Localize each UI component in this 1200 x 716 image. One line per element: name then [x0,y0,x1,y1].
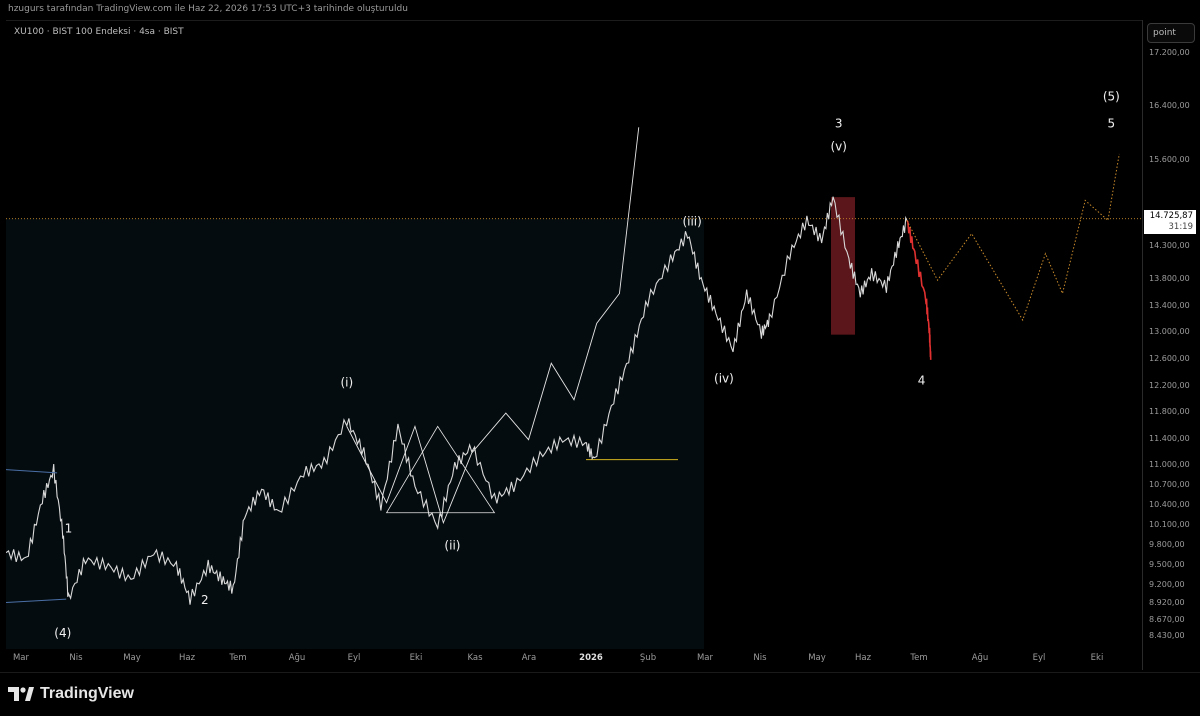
time-tick: Ağu [972,653,989,663]
time-tick: Ara [522,653,537,663]
price-tick: 13.400,00 [1149,301,1190,310]
time-tick: Mar [13,653,29,663]
time-tick: Haz [855,653,871,663]
time-tick: Eyl [1033,653,1046,663]
top-bar: hzugurs tarafından TradingView.com ile H… [0,0,1200,20]
price-tick: 8.670,00 [1149,615,1185,624]
time-tick: May [123,653,141,663]
price-tick: 11.400,00 [1149,434,1190,443]
brand-name: TradingView [40,685,134,703]
price-tick: 10.100,00 [1149,520,1190,529]
wave-label-9: 4 [918,374,926,388]
price-tick: 12.200,00 [1149,381,1190,390]
time-tick: Mar [697,653,713,663]
price-tick: 17.200,00 [1149,48,1190,57]
price-tick: 13.000,00 [1149,327,1190,336]
price-tick: 10.400,00 [1149,500,1190,509]
decline-series [907,220,931,360]
price-tick: 10.700,00 [1149,480,1190,489]
price-axis[interactable]: point 17.200,00 16.400,00 15.600,00 14.300,… [1142,20,1200,670]
tradingview-mark-icon [8,687,34,701]
projection-series [907,154,1119,320]
time-tick: Kas [467,653,482,663]
chart-area[interactable]: XU100 · BIST 100 Endeksi · 4sa · BIST (4… [6,20,1142,671]
wave-label-3: (i) [340,376,353,390]
price-tick: 8.920,00 [1149,598,1185,607]
wave-label-5: (iii) [682,215,701,229]
price-tick: 8.430,00 [1149,631,1185,640]
time-tick: Haz [179,653,195,663]
last-price-value: 14.725,87 [1144,211,1193,222]
price-tick: 15.600,00 [1149,155,1190,164]
price-tick: 16.400,00 [1149,101,1190,110]
price-tick: 12.600,00 [1149,354,1190,363]
created-by-text: hzugurs tarafından TradingView.com ile H… [8,4,408,14]
price-tick: 9.500,00 [1149,560,1185,569]
time-tick: Tem [229,653,246,663]
time-tick: Nis [753,653,766,663]
time-tick: Eki [1091,653,1104,663]
time-tick: Ağu [289,653,306,663]
footer: TradingView [0,672,1200,716]
price-tick: 14.300,00 [1149,241,1190,250]
wave-label-6: (iv) [714,372,734,386]
wave-label-4: (ii) [444,538,460,552]
chart-svg[interactable]: (4) 1 2 (i) (ii) (iii) (iv) 3 (v) 4 (5) 5 [6,21,1142,649]
wave-label-11: 5 [1108,116,1116,130]
last-price-badge: 14.725,87 31:19 [1144,210,1196,234]
last-price-timer: 31:19 [1144,222,1193,233]
price-tick: 9.800,00 [1149,540,1185,549]
price-tick: 13.800,00 [1149,274,1190,283]
wave-label-0: (4) [54,626,71,640]
price-tick: 9.200,00 [1149,580,1185,589]
wave-label-8: (v) [830,140,846,154]
time-tick: 2026 [579,653,603,663]
tradingview-logo[interactable]: TradingView [8,685,134,703]
time-axis[interactable]: Mar Nis May Haz Tem Ağu Eyl Eki Kas Ara 2026 Şub Mar… [6,648,1142,670]
wave-label-1: 1 [65,522,73,536]
scale-mode-button[interactable]: point [1147,23,1195,43]
time-tick: Şub [640,653,656,663]
time-tick: Eki [410,653,423,663]
wave-label-7: 3 [835,116,843,130]
time-tick: Nis [69,653,82,663]
time-tick: Eyl [348,653,361,663]
time-tick: Tem [910,653,927,663]
time-tick: May [808,653,826,663]
wave-label-2: 2 [201,593,209,607]
wave-label-10: (5) [1103,90,1120,104]
price-tick: 11.000,00 [1149,460,1190,469]
price-tick: 11.800,00 [1149,407,1190,416]
